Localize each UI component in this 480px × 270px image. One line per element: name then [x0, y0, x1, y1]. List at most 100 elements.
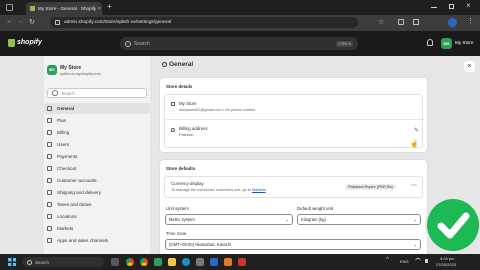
app-orange-icon[interactable]	[224, 258, 232, 266]
global-search-input[interactable]: Search CTRL K	[120, 37, 358, 50]
sidebar-item-locations[interactable]: Locations	[44, 211, 150, 222]
tray-chevron-icon[interactable]: ^	[386, 257, 389, 263]
shopify-header: shopify Search CTRL K MS My Store	[0, 31, 480, 56]
back-icon[interactable]: ←	[6, 18, 13, 25]
store-icon	[171, 102, 175, 106]
store-avatar[interactable]: MS	[441, 38, 452, 49]
currency-label: Currency display	[171, 181, 204, 186]
chrome-icon[interactable]	[126, 258, 134, 266]
clock-time[interactable]: 4:04 pm	[440, 256, 454, 261]
weight-unit-select[interactable]: Kilogram (kg) ⌄	[297, 214, 421, 225]
browser-tab[interactable]: My Store - General · Shopify ×	[26, 2, 102, 15]
page-title-gear-icon	[162, 62, 167, 67]
sidebar-store-name: My Store	[60, 65, 82, 71]
lock-icon	[55, 20, 60, 25]
sidebar-item-label: Apps and sales channels	[57, 238, 109, 243]
sidebar-item-plan[interactable]: Plan	[44, 115, 150, 126]
minimize-icon[interactable]	[431, 7, 437, 8]
app-blue-icon[interactable]	[210, 258, 218, 266]
sidebar-item-general[interactable]: General	[44, 103, 150, 114]
sidebar-panel-icon[interactable]	[413, 19, 419, 25]
truck-icon	[47, 190, 52, 195]
tab-list-icon[interactable]	[6, 4, 13, 11]
sidebar-item-apps[interactable]: Apps and sales channels	[44, 235, 150, 246]
location-icon	[171, 128, 175, 132]
notifications-icon[interactable]	[427, 39, 433, 46]
volume-icon[interactable]	[425, 259, 428, 263]
sidebar-item-label: Billing	[57, 130, 70, 135]
users-icon	[47, 142, 52, 147]
shopify-logo-text[interactable]: shopify	[17, 39, 42, 46]
sidebar-item-label: Markets	[57, 226, 74, 231]
apps-icon	[47, 238, 52, 243]
store-name[interactable]: My Store	[455, 40, 473, 45]
customer-icon	[47, 178, 52, 183]
sidebar-store-avatar: MS	[47, 65, 57, 75]
sidebar-item-billing[interactable]: Billing	[44, 127, 150, 138]
sidebar-item-label: Checkout	[57, 166, 77, 171]
sidebar-item-markets[interactable]: Markets	[44, 223, 150, 234]
file-explorer-icon[interactable]	[168, 258, 176, 266]
sidebar-item-taxes[interactable]: Taxes and duties	[44, 199, 150, 210]
timezone-select[interactable]: (GMT+05:00) Islamabad, Karachi ⌄	[165, 239, 421, 250]
tab-title: My Store - General · Shopify	[38, 6, 96, 11]
currency-more-icon[interactable]: ⋯	[411, 182, 417, 189]
store-details-card: Store details My Store storyworld02@gmai…	[160, 78, 427, 152]
app-red-icon[interactable]	[238, 258, 246, 266]
extensions-icon[interactable]	[398, 19, 404, 25]
chrome-2-icon[interactable]	[140, 258, 148, 266]
settings-sidebar: MS My Store splish-ov.myshopify.com Sear…	[44, 56, 150, 254]
windows-taskbar: Search ^ ENG 4:04 pm 27/05/2023	[0, 254, 480, 270]
store-defaults-heading: Store defaults	[166, 166, 196, 171]
tab-close-icon[interactable]: ×	[98, 6, 101, 12]
language-indicator[interactable]: ENG	[400, 259, 409, 264]
currency-box: Currency display To manage the currencie…	[164, 176, 423, 198]
sidebar-search-input[interactable]: Search	[47, 88, 147, 98]
sidebar-item-payments[interactable]: Payments	[44, 151, 150, 162]
new-tab-button[interactable]: +	[107, 2, 112, 11]
shopify-favicon-icon	[30, 6, 35, 11]
forward-icon[interactable]: →	[17, 18, 24, 25]
timezone-value: (GMT+05:00) Islamabad, Karachi	[169, 242, 232, 247]
divider	[165, 119, 424, 120]
check-mark-glyph	[437, 212, 470, 239]
check-mark-icon	[427, 199, 479, 251]
search-icon	[125, 40, 131, 47]
wifi-icon[interactable]	[415, 258, 421, 265]
taskbar-search[interactable]: Search	[22, 257, 104, 267]
sidebar-item-label: Taxes and duties	[57, 202, 92, 207]
profile-avatar[interactable]	[448, 18, 457, 27]
reload-icon[interactable]: ↻	[29, 18, 35, 26]
sidebar-item-shipping[interactable]: Shipping and delivery	[44, 187, 150, 198]
search-shortcut: CTRL K	[336, 40, 353, 47]
bookmark-star-icon[interactable]: ☆	[378, 18, 384, 26]
task-view-icon[interactable]	[111, 258, 119, 266]
windows-start-icon[interactable]	[8, 258, 16, 266]
taskbar-search-label: Search	[35, 259, 49, 265]
window-close-icon[interactable]: ×	[466, 1, 471, 10]
store-details-contact: storyworld02@gmail.com • No phone number	[179, 108, 256, 112]
page-title: General	[169, 61, 194, 68]
close-settings-button[interactable]: ×	[464, 61, 475, 72]
chevron-down-icon: ⌄	[285, 217, 289, 222]
timezone-label: Time zone	[166, 231, 187, 236]
address-bar[interactable]: admin.shopify.com/store/splish-ov/settin…	[50, 17, 358, 28]
location-pin-icon	[47, 214, 52, 219]
edit-pencil-icon[interactable]: ✎	[414, 127, 419, 134]
maximize-icon[interactable]	[449, 4, 454, 9]
browser-menu-icon[interactable]: ⋮	[467, 17, 474, 25]
app-green-icon[interactable]	[154, 258, 162, 266]
settings-app-icon[interactable]	[196, 258, 204, 266]
edge-icon[interactable]	[182, 258, 190, 266]
unit-system-select[interactable]: Metric system ⌄	[165, 214, 293, 225]
plan-icon	[47, 118, 52, 123]
clock-date[interactable]: 27/05/2023	[436, 262, 456, 267]
sidebar-item-checkout[interactable]: Checkout	[44, 163, 150, 174]
chevron-down-icon: ⌄	[413, 217, 417, 222]
sidebar-item-label: Customer accounts	[57, 178, 97, 183]
sidebar-item-users[interactable]: Users	[44, 139, 150, 150]
markets-link[interactable]: Markets	[252, 188, 266, 192]
sidebar-item-label: General	[57, 106, 75, 111]
shopify-bag-icon	[8, 39, 15, 47]
sidebar-item-customer-accounts[interactable]: Customer accounts	[44, 175, 150, 186]
